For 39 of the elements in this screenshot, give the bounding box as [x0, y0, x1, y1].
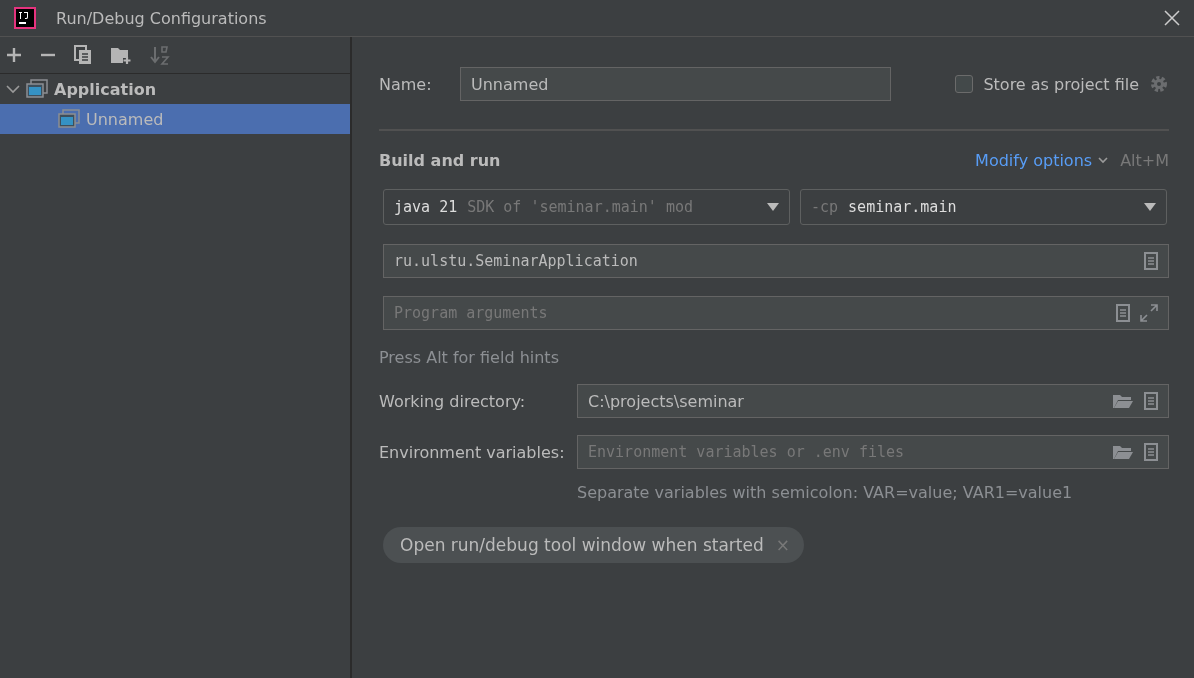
name-label: Name: [379, 74, 433, 94]
close-icon[interactable] [1164, 10, 1180, 26]
option-chip[interactable]: Open run/debug tool window when started × [383, 527, 804, 563]
classpath-dropdown[interactable]: -cp seminar.main [800, 189, 1167, 225]
working-directory-label: Working directory: [379, 391, 527, 411]
sort-icon[interactable] [150, 45, 170, 65]
chevron-down-icon [1098, 157, 1109, 164]
name-field[interactable]: Unnamed [460, 67, 891, 101]
window-title: Run/Debug Configurations [56, 8, 267, 28]
working-directory-field[interactable]: C:\projects\seminar [577, 384, 1169, 418]
checkbox[interactable] [955, 75, 974, 93]
shortcut-hint: Alt+M [1120, 151, 1169, 170]
document-icon[interactable] [1116, 304, 1130, 322]
tree-item[interactable]: Application [0, 74, 350, 104]
main-class-field[interactable]: ru.ulstu.SeminarApplication [383, 244, 1169, 278]
tree-item[interactable]: Unnamed [0, 104, 350, 134]
environment-variables-label: Environment variables: [379, 442, 566, 462]
document-icon[interactable] [1144, 252, 1158, 270]
document-icon[interactable] [1144, 392, 1158, 410]
window-icon [58, 109, 80, 129]
expand-icon[interactable] [1140, 304, 1158, 322]
folder-icon[interactable] [1112, 444, 1134, 460]
checkbox-label: Store as project file [983, 74, 1139, 94]
gear-icon[interactable] [1149, 74, 1169, 94]
section-title: Build and run [379, 151, 501, 170]
new-folder-icon[interactable] [110, 46, 132, 64]
add-icon[interactable] [6, 47, 22, 63]
folder-icon[interactable] [1112, 393, 1134, 409]
document-icon[interactable] [1144, 443, 1158, 461]
modify-options-link[interactable]: Modify options [975, 151, 1109, 170]
environment-hint-text: Separate variables with semicolon: VAR=value; VAR1=value1 [577, 483, 1074, 502]
window-folder-icon [26, 79, 48, 99]
chevron-down-icon[interactable] [6, 82, 20, 96]
field-hints-text: Press Alt for field hints [379, 348, 560, 367]
caret-icon [1144, 203, 1156, 211]
copy-icon[interactable] [74, 45, 92, 65]
jre-dropdown[interactable]: java 21 SDK of 'seminar.main' mod [383, 189, 790, 225]
app-logo-icon [14, 7, 36, 29]
caret-icon [767, 203, 779, 211]
